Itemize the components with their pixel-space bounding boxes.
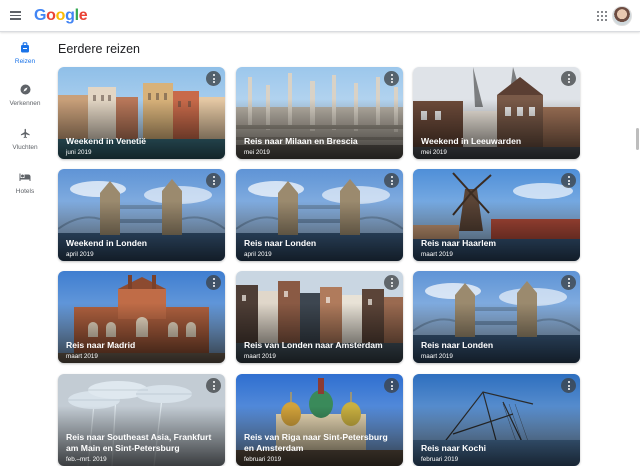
trip-card[interactable]: Reis van Londen naar Amsterdam maart 2019 bbox=[236, 271, 403, 363]
trip-card[interactable]: Weekend in Leeuwarden mei 2019 bbox=[413, 67, 580, 159]
nav-item-hotels[interactable]: Hotels bbox=[0, 170, 50, 210]
page-scrollbar[interactable] bbox=[636, 128, 639, 150]
trip-title: Reis naar Southeast Asia, Frankfurt am M… bbox=[66, 432, 212, 453]
nav-item-label: Hotels bbox=[15, 188, 35, 195]
google-logo[interactable]: Google bbox=[34, 7, 88, 25]
trip-date: februari 2019 bbox=[421, 456, 459, 463]
trip-card[interactable]: Reis naar Londen april 2019 bbox=[236, 169, 403, 261]
flight-plane-icon bbox=[20, 126, 31, 140]
trip-date: maart 2019 bbox=[244, 353, 276, 360]
more-options-icon[interactable] bbox=[384, 275, 399, 290]
more-options-icon[interactable] bbox=[384, 378, 399, 393]
trip-title: Weekend in Londen bbox=[66, 237, 148, 248]
trip-card[interactable]: Reis naar Milaan en Brescia mei 2019 bbox=[236, 67, 403, 159]
trip-date: feb.–mrt. 2019 bbox=[66, 456, 107, 463]
explore-compass-icon bbox=[20, 82, 31, 96]
nav-item-label: Vluchten bbox=[12, 144, 38, 151]
trip-title: Reis naar Madrid bbox=[66, 339, 136, 350]
trip-title: Weekend in Venetië bbox=[66, 135, 147, 146]
more-options-icon[interactable] bbox=[206, 71, 221, 86]
trip-date: mei 2019 bbox=[244, 149, 270, 156]
trip-date: maart 2019 bbox=[421, 251, 453, 258]
trip-date: april 2019 bbox=[244, 251, 272, 258]
hamburger-menu-icon[interactable] bbox=[10, 8, 26, 24]
trip-title: Reis van Londen naar Amsterdam bbox=[244, 339, 383, 350]
top-app-bar: Google bbox=[0, 0, 640, 32]
more-options-icon[interactable] bbox=[206, 173, 221, 188]
trip-card[interactable]: Weekend in Londen april 2019 bbox=[58, 169, 225, 261]
nav-item-verkennen[interactable]: Verkennen bbox=[0, 82, 50, 122]
trip-card[interactable]: Reis naar Madrid maart 2019 bbox=[58, 271, 225, 363]
more-options-icon[interactable] bbox=[384, 173, 399, 188]
trips-bag-icon bbox=[20, 40, 30, 54]
trip-date: maart 2019 bbox=[421, 353, 453, 360]
trip-card[interactable]: Reis naar Southeast Asia, Frankfurt am M… bbox=[58, 374, 225, 466]
trip-date: juni 2019 bbox=[66, 149, 92, 156]
trip-date: mei 2019 bbox=[421, 149, 447, 156]
trip-date: maart 2019 bbox=[66, 353, 98, 360]
more-options-icon[interactable] bbox=[561, 71, 576, 86]
more-options-icon[interactable] bbox=[561, 173, 576, 188]
nav-item-label: Verkennen bbox=[9, 100, 41, 107]
more-options-icon[interactable] bbox=[206, 275, 221, 290]
nav-item-reizen[interactable]: Reizen bbox=[0, 40, 50, 80]
trip-card[interactable]: Reis naar Kochi februari 2019 bbox=[413, 374, 580, 466]
more-options-icon[interactable] bbox=[561, 275, 576, 290]
trip-date: april 2019 bbox=[66, 251, 94, 258]
account-avatar[interactable] bbox=[612, 6, 632, 26]
apps-grid-icon[interactable] bbox=[597, 11, 607, 21]
trip-card[interactable]: Reis naar Haarlem maart 2019 bbox=[413, 169, 580, 261]
trip-card[interactable]: Weekend in Venetië juni 2019 bbox=[58, 67, 225, 159]
more-options-icon[interactable] bbox=[384, 71, 399, 86]
trip-title: Reis naar Haarlem bbox=[421, 237, 496, 248]
more-options-icon[interactable] bbox=[561, 378, 576, 393]
trip-date: februari 2019 bbox=[244, 456, 282, 463]
trip-title: Weekend in Leeuwarden bbox=[421, 135, 522, 146]
trip-card[interactable]: Reis van Riga naar Sint-Petersburg en Am… bbox=[236, 374, 403, 466]
trip-title: Reis naar Milaan en Brescia bbox=[244, 135, 358, 146]
trip-title: Reis van Riga naar Sint-Petersburg en Am… bbox=[244, 432, 388, 453]
hotel-bed-icon bbox=[19, 170, 31, 184]
trip-title: Reis naar Londen bbox=[421, 339, 494, 350]
nav-item-vluchten[interactable]: Vluchten bbox=[0, 126, 50, 166]
more-options-icon[interactable] bbox=[206, 378, 221, 393]
page-title: Eerdere reizen bbox=[58, 42, 140, 56]
side-navigation: Reizen Verkennen Vluchten Hotels bbox=[0, 32, 50, 456]
trip-title: Reis naar Londen bbox=[244, 237, 317, 248]
trip-title: Reis naar Kochi bbox=[421, 442, 486, 453]
nav-item-label: Reizen bbox=[14, 58, 36, 65]
trip-card[interactable]: Reis naar Londen maart 2019 bbox=[413, 271, 580, 363]
